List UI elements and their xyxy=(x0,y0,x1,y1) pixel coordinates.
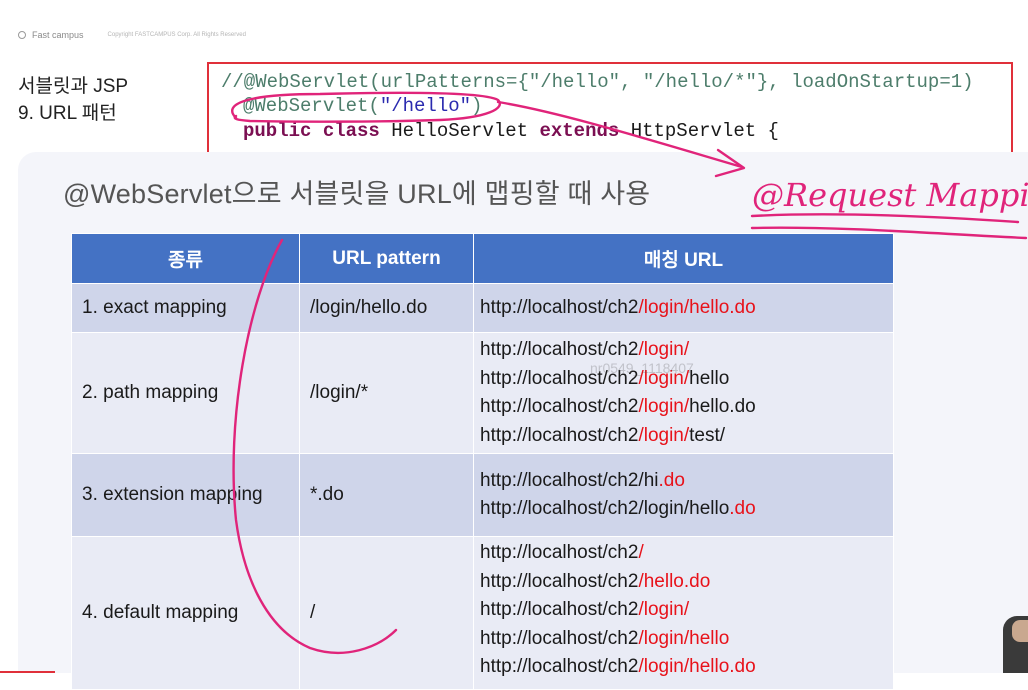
url-pattern: *.do xyxy=(299,453,474,537)
lesson-title: 서블릿과 JSP 9. URL 패턴 xyxy=(18,73,128,127)
table-row: 1. exact mapping/login/hello.do http://lo… xyxy=(71,283,894,333)
code-keyword-public-class: public class xyxy=(243,120,380,142)
mapping-type: 2. path mapping xyxy=(71,332,300,454)
url-pattern: /login/* xyxy=(299,332,474,454)
code-line-3: public class HelloServlet extends HttpSe… xyxy=(243,120,779,142)
url-red: /login/hello xyxy=(638,627,730,649)
matching-urls: http://localhost/ch2/hi.do http://localho… xyxy=(473,453,894,537)
url-red: .do xyxy=(729,498,756,519)
url-base: http://localhost/ch2 xyxy=(480,656,639,677)
code-line-2: @WebServlet("/hello") xyxy=(243,95,482,117)
url-pattern: / xyxy=(299,536,474,690)
mapping-type: 3. extension mapping xyxy=(71,453,300,537)
matching-urls: http://localhost/ch2/http://localhost/ch… xyxy=(473,536,894,690)
url-red: / xyxy=(638,542,644,563)
matching-url: http://localhost/ch2/ xyxy=(480,539,893,568)
matching-url: http://localhost/ch2/hi.do xyxy=(480,467,893,496)
url-pattern: /login/hello.do xyxy=(299,283,474,333)
code-line-1: //@WebServlet(urlPatterns={"/hello", "/h… xyxy=(221,71,974,93)
url-red: /login/ xyxy=(638,424,690,446)
url-base: http://localhost/ch2 xyxy=(480,542,639,563)
url-base: http://localhost/ch2 xyxy=(480,296,639,318)
brand-logo: Fast campus Copyright FASTCAMPUS Corp. A… xyxy=(18,30,246,40)
matching-url: http://localhost/ch2/hello.do xyxy=(480,568,893,597)
copyright-text: Copyright FASTCAMPUS Corp. All Rights Re… xyxy=(107,32,246,38)
url-red: /login/ xyxy=(638,339,690,360)
matching-urls: http://localhost/ch2/login/http://localh… xyxy=(473,332,894,454)
table-header-row: 종류 URL pattern 매칭 URL xyxy=(71,233,894,284)
code-annotation: @WebServlet( xyxy=(243,95,380,117)
url-base: http://localhost/ch2/login/hello xyxy=(480,498,730,519)
matching-url: http://localhost/ch2/login/hello.do xyxy=(480,393,893,422)
matching-url: http://localhost/ch2/login/hello.do xyxy=(480,495,893,524)
url-red: /login/hello.do xyxy=(638,656,756,677)
header-type: 종류 xyxy=(71,233,300,284)
url-red: .do xyxy=(658,469,685,491)
url-red: /login/hello.do xyxy=(638,296,756,318)
watermark: nr0549_1118407 xyxy=(590,360,694,376)
fastcampus-logo-icon xyxy=(18,31,26,39)
code-paren: ) xyxy=(471,95,483,117)
url-tail: test/ xyxy=(689,424,726,446)
code-snippet: //@WebServlet(urlPatterns={"/hello", "/h… xyxy=(207,62,1013,164)
matching-url: http://localhost/ch2/login/hello.do xyxy=(480,294,893,323)
table-row: 4. default mapping / http://localhost/ch2/… xyxy=(71,536,894,690)
lesson-chapter: 9. URL 패턴 xyxy=(18,103,117,124)
code-superclass: HttpServlet { xyxy=(619,120,779,142)
matching-urls: http://localhost/ch2/login/hello.do xyxy=(473,283,894,333)
presenter-face xyxy=(1012,620,1028,642)
mapping-type: 1. exact mapping xyxy=(71,283,300,333)
table-row: 2. path mapping/login/* http://localhost/… xyxy=(71,332,894,454)
url-base: http://localhost/ch2 xyxy=(480,627,639,649)
matching-url: http://localhost/ch2/login/hello.do xyxy=(480,653,893,682)
table-row: 3. extension mapping *.do http://localhost… xyxy=(71,453,894,537)
brand-name: Fast campus xyxy=(32,30,84,40)
url-base: http://localhost/ch2 xyxy=(480,396,639,417)
matching-url: http://localhost/ch2/login/ xyxy=(480,596,893,625)
lesson-course: 서블릿과 JSP xyxy=(18,76,129,97)
header-pattern: URL pattern xyxy=(299,233,474,284)
url-base: http://localhost/ch2 xyxy=(480,599,639,620)
url-base: http://localhost/ch2/hi xyxy=(480,469,659,491)
code-keyword-extends: extends xyxy=(539,120,620,142)
url-red: /login/ xyxy=(638,396,690,417)
url-tail: hello.do xyxy=(689,396,756,417)
header-matching-url: 매칭 URL xyxy=(473,233,894,284)
matching-url: http://localhost/ch2/login/hello xyxy=(480,625,893,654)
url-base: http://localhost/ch2 xyxy=(480,570,639,592)
url-base: http://localhost/ch2 xyxy=(480,339,639,360)
url-pattern-table: 종류 URL pattern 매칭 URL 1. exact mapping/l… xyxy=(71,233,894,690)
mapping-type: 4. default mapping xyxy=(71,536,300,690)
code-class-name: HelloServlet xyxy=(379,120,540,142)
slide-heading: @WebServlet으로 서블릿을 URL에 맵핑할 때 사용 xyxy=(63,179,651,209)
url-red: /login/ xyxy=(638,599,690,620)
url-base: http://localhost/ch2 xyxy=(480,424,639,446)
code-string: "/hello" xyxy=(379,95,472,117)
url-tail: hello xyxy=(689,367,730,389)
url-red: /hello.do xyxy=(638,570,711,592)
matching-url: http://localhost/ch2/login/test/ xyxy=(480,422,893,451)
